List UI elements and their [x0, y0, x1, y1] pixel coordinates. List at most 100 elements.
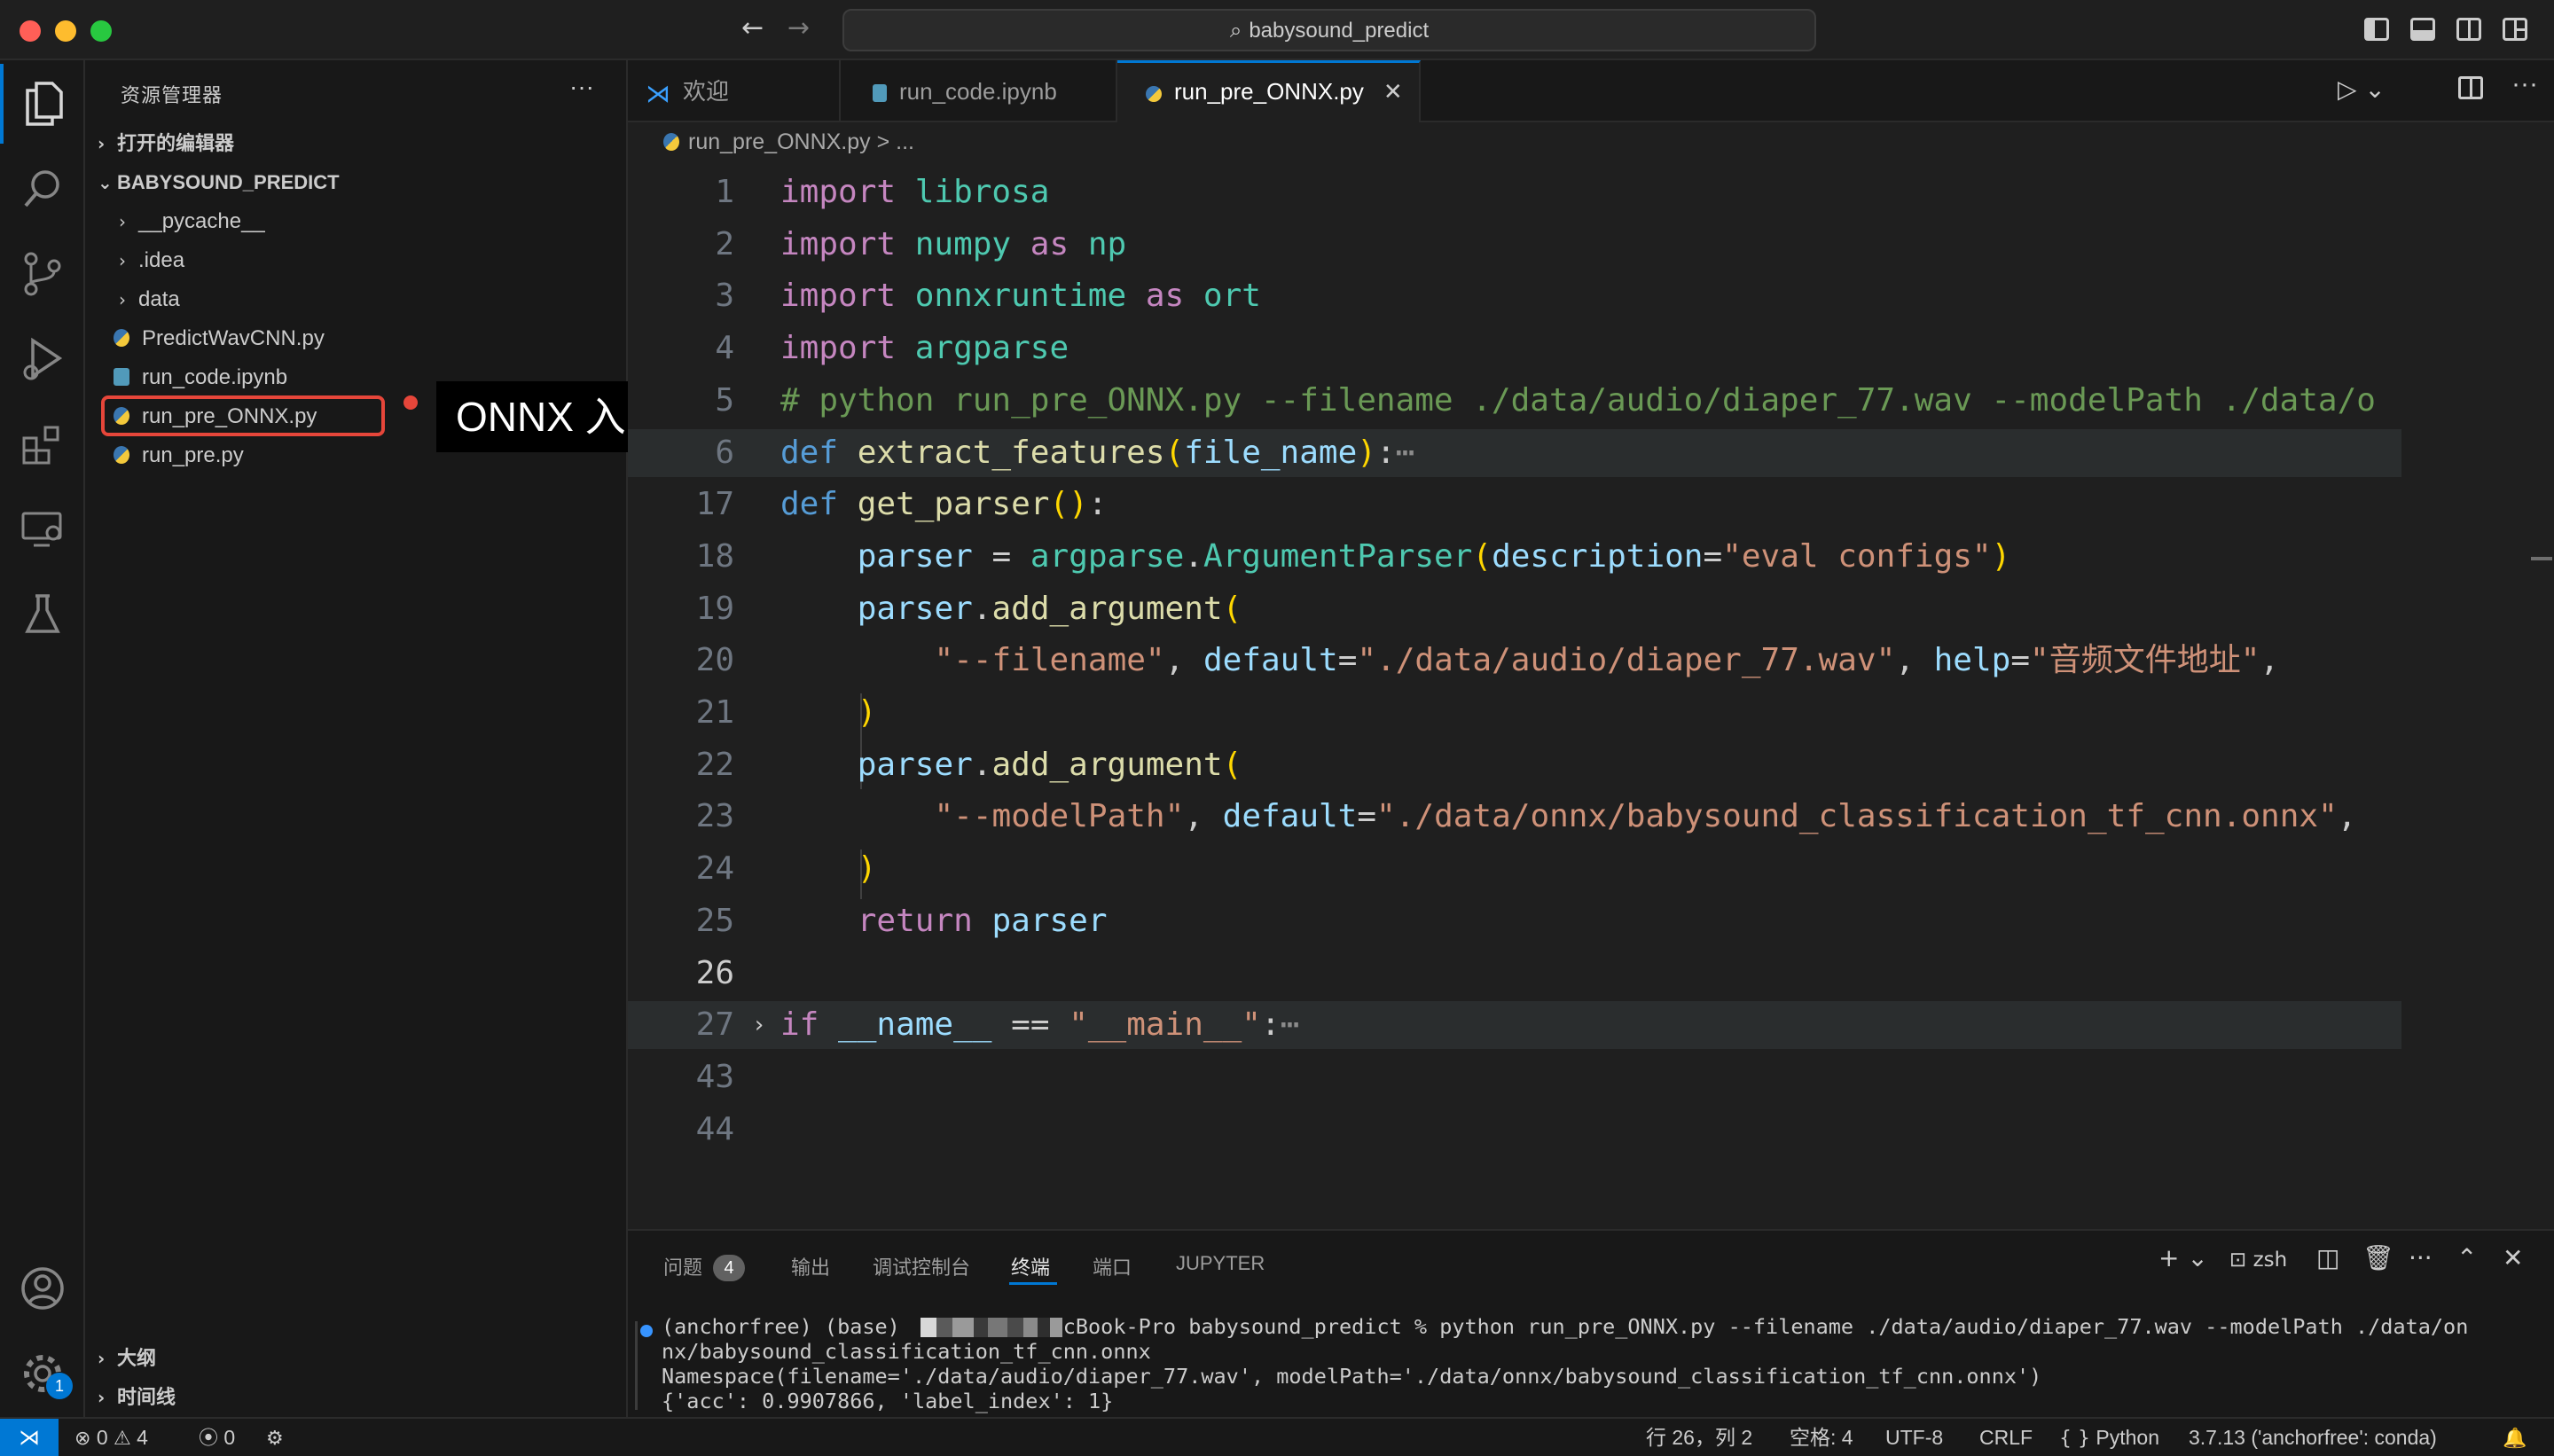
close-icon[interactable]: ✕	[1383, 79, 1403, 106]
extensions-icon[interactable]	[0, 404, 85, 484]
line-number: 23	[695, 798, 734, 835]
problems-status[interactable]: ⊗ 0 ⚠ 4	[74, 1419, 148, 1456]
code-line[interactable]: 1 import librosa	[628, 168, 2401, 216]
breadcrumb-rest[interactable]: > ...	[877, 129, 914, 154]
close-window-button[interactable]	[20, 20, 41, 42]
code-line[interactable]: 4 import argparse	[628, 325, 2401, 372]
code-line[interactable]: 19 parser.add_argument(	[628, 585, 2401, 633]
tab-jupyter[interactable]: JUPYTER	[1176, 1252, 1265, 1275]
remote-explorer-icon[interactable]	[0, 489, 85, 569]
outline-section[interactable]: › 大纲	[85, 1339, 628, 1378]
terminal-line[interactable]: nx/babysound_classification_tf_cnn.onnx	[662, 1339, 2542, 1364]
panel-more-icon[interactable]: ···	[2409, 1243, 2433, 1272]
minimize-window-button[interactable]	[55, 20, 76, 42]
split-editor-button[interactable]	[2458, 76, 2483, 99]
tab-output[interactable]: 输出	[791, 1252, 830, 1280]
redacted-mosaic	[921, 1318, 1062, 1339]
code-text: def extract_features(file_name):⋯	[780, 434, 1415, 471]
remote-indicator-icon[interactable]: ⋊	[0, 1419, 59, 1456]
terminal-line[interactable]: Namespace(filename='./data/audio/diaper_…	[662, 1364, 2542, 1389]
forward-arrow-icon[interactable]: →	[787, 12, 810, 43]
code-line[interactable]: 26	[628, 950, 2401, 998]
tab-debug-console[interactable]: 调试控制台	[873, 1252, 970, 1280]
code-line[interactable]: 22 parser.add_argument(	[628, 741, 2401, 789]
code-line[interactable]: 5 # python run_pre_ONNX.py --filename ./d…	[628, 377, 2401, 425]
code-line[interactable]: 17 def get_parser():	[628, 481, 2401, 528]
error-count: 0	[96, 1426, 108, 1449]
code-line[interactable]: 25 return parser	[628, 897, 2401, 945]
code-line[interactable]: 43	[628, 1053, 2401, 1101]
sidebar-item-idea[interactable]: › .idea	[85, 241, 628, 280]
line-number: 22	[695, 746, 734, 783]
sidebar-item-predictwavcnn[interactable]: PredictWavCNN.py	[85, 319, 628, 358]
tab-ports[interactable]: 端口	[1093, 1252, 1132, 1280]
trash-icon[interactable]: 🗑	[2362, 1243, 2394, 1272]
toggle-panel-icon[interactable]	[2410, 18, 2435, 41]
explorer-icon[interactable]	[0, 64, 85, 144]
tab-problems-label: 问题	[663, 1256, 703, 1279]
run-and-debug-icon[interactable]	[0, 319, 85, 399]
editor-more-actions-icon[interactable]: ···	[2511, 69, 2538, 99]
cursor-position[interactable]: 行 26，列 2	[1646, 1419, 1752, 1456]
indentation-status[interactable]: 空格: 4	[1790, 1419, 1853, 1456]
run-python-file-button[interactable]: ▷ ⌄	[2338, 74, 2386, 104]
notifications-bell-icon[interactable]: 🔔	[2503, 1419, 2527, 1456]
python-file-icon	[663, 133, 679, 151]
open-editors-section[interactable]: › 打开的编辑器	[85, 124, 628, 163]
sidebar-item-data[interactable]: › data	[85, 280, 628, 319]
code-line[interactable]: 44	[628, 1106, 2401, 1154]
source-control-icon[interactable]	[0, 234, 85, 314]
line-number: 1	[715, 174, 734, 210]
code-line[interactable]: 20 "--filename", default="./data/audio/d…	[628, 637, 2401, 685]
python-interpreter[interactable]: 3.7.13 ('anchorfree': conda)	[2189, 1419, 2437, 1456]
sidebar-more-actions-icon[interactable]: ···	[569, 73, 594, 101]
testing-flask-icon[interactable]	[0, 575, 85, 654]
new-terminal-button[interactable]: + ⌄	[2158, 1243, 2208, 1272]
toggle-secondary-sidebar-icon[interactable]	[2456, 18, 2481, 41]
sidebar-item-pycache[interactable]: › __pycache__	[85, 202, 628, 241]
search-icon[interactable]	[0, 149, 85, 229]
fold-chevron-icon[interactable]: ›	[752, 1001, 766, 1049]
manage-gear-icon[interactable]	[0, 1334, 85, 1413]
line-number: 24	[695, 850, 734, 888]
eol-status[interactable]: CRLF	[1979, 1419, 2033, 1456]
terminal-shell-selector[interactable]: ⊡ zsh	[2229, 1249, 2287, 1272]
code-line[interactable]: 6 def extract_features(file_name):⋯	[628, 428, 2401, 477]
breadcrumb-file[interactable]: run_pre_ONNX.py	[688, 129, 871, 154]
command-center-search[interactable]: ⌕ babysound_predict	[842, 9, 1816, 51]
code-line[interactable]: 23 "--modelPath", default="./data/onnx/b…	[628, 793, 2401, 841]
code-line[interactable]: 18 parser = argparse.ArgumentParser(desc…	[628, 533, 2401, 581]
code-line[interactable]: 27 › if __name__ == "__main__":⋯	[628, 1001, 2401, 1050]
code-line[interactable]: 2 import numpy as np	[628, 221, 2401, 269]
debug-status-icon[interactable]: ⚙	[266, 1419, 284, 1456]
accounts-icon[interactable]	[0, 1249, 85, 1328]
code-line[interactable]: 3 import onnxruntime as ort	[628, 272, 2401, 320]
split-terminal-icon[interactable]: ◫	[2316, 1243, 2339, 1272]
tab-terminal[interactable]: 终端	[1011, 1252, 1050, 1280]
back-arrow-icon[interactable]: ←	[741, 12, 764, 43]
timeline-section[interactable]: › 时间线	[85, 1378, 628, 1417]
chevron-right-icon: ›	[98, 1348, 106, 1369]
code-text: )	[857, 850, 877, 888]
project-folder-section[interactable]: ⌄ BABYSOUND_PREDICT	[85, 163, 628, 202]
search-icon: ⌕	[1229, 18, 1242, 43]
ports-count: 0	[223, 1426, 236, 1449]
toggle-primary-sidebar-icon[interactable]	[2364, 18, 2389, 41]
zoom-window-button[interactable]	[90, 20, 112, 42]
tab-problems[interactable]: 问题 4	[663, 1252, 746, 1281]
status-bar: ⋊ ⊗ 0 ⚠ 4 ⦿ 0 ⚙ 行 26，列 2 空格: 4 UTF-8 CRL…	[0, 1417, 2554, 1456]
maximize-panel-icon[interactable]: ⌃	[2456, 1243, 2477, 1272]
tab-run-code-ipynb[interactable]: run_code.ipynb	[841, 60, 1117, 122]
language-mode[interactable]: { } Python	[2059, 1419, 2159, 1456]
close-panel-icon[interactable]: ✕	[2503, 1243, 2523, 1272]
encoding-status[interactable]: UTF-8	[1885, 1419, 1943, 1456]
tab-run-pre-onnx[interactable]: run_pre_ONNX.py ✕	[1117, 60, 1421, 122]
code-editor[interactable]: run_pre_ONNX.py > ... 1 import librosa 2 im…	[628, 122, 2554, 1229]
code-text: # python run_pre_ONNX.py --filename ./da…	[780, 381, 2376, 419]
tab-welcome[interactable]: ⋊ 欢迎	[628, 60, 841, 122]
customize-layout-icon[interactable]	[2503, 18, 2527, 41]
terminal-line[interactable]: {'acc': 0.9907866, 'label_index': 1}	[662, 1389, 2542, 1413]
code-line[interactable]: 21 )	[628, 689, 2401, 737]
code-line[interactable]: 24 )	[628, 845, 2401, 893]
ports-status[interactable]: ⦿ 0	[199, 1419, 235, 1456]
